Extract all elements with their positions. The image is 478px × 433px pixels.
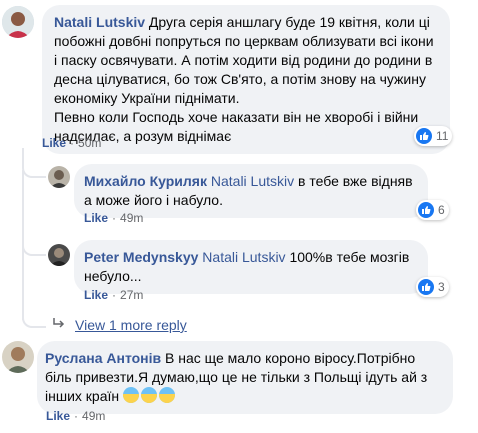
- comment-time[interactable]: 50m: [78, 136, 101, 150]
- comment-actions: Like · 50m: [42, 136, 101, 150]
- like-reaction-icon: [418, 202, 434, 218]
- separator-dot: ·: [112, 288, 117, 302]
- comment-bubble: Peter Medynskyy Natali Lutskiv 100%в теб…: [74, 240, 428, 294]
- comment-author[interactable]: Peter Medynskyy: [84, 249, 198, 265]
- fearful-face-emoji-icon: [123, 387, 139, 403]
- comment-actions: Like · 27m: [84, 288, 143, 302]
- reaction-count[interactable]: 6: [416, 200, 449, 220]
- comment-time[interactable]: 27m: [120, 288, 143, 302]
- like-button[interactable]: Like: [84, 288, 108, 302]
- thread-connector: [22, 148, 46, 178]
- avatar[interactable]: [48, 244, 70, 266]
- reply-arrow-icon: [52, 316, 66, 334]
- view-more-replies-link[interactable]: View 1 more reply: [75, 317, 187, 333]
- separator-dot: ·: [74, 409, 79, 423]
- comment-actions: Like · 49m: [46, 409, 105, 423]
- comment-author[interactable]: Михайло Куриляк: [84, 173, 207, 189]
- comment-author[interactable]: Руслана Антонів: [45, 350, 161, 366]
- separator-dot: ·: [112, 211, 117, 225]
- thread-connector: [22, 230, 46, 256]
- comment-actions: Like · 49m: [84, 211, 143, 225]
- reaction-count[interactable]: 11: [414, 126, 453, 146]
- thread-connector: [22, 300, 46, 328]
- comment-author[interactable]: Natali Lutskiv: [54, 14, 145, 30]
- mention-link[interactable]: Natali Lutskiv: [202, 249, 285, 265]
- comment-bubble: Михайло Куриляк Natali Lutskiv в тебе вж…: [74, 164, 428, 218]
- comment-time[interactable]: 49m: [82, 409, 105, 423]
- reaction-count[interactable]: 3: [416, 277, 449, 297]
- avatar-photo: [2, 6, 34, 38]
- fearful-face-emoji-icon: [159, 387, 175, 403]
- avatar-photo: [48, 166, 70, 188]
- avatar[interactable]: [2, 341, 34, 373]
- like-button[interactable]: Like: [84, 211, 108, 225]
- emoji-group: [123, 387, 177, 404]
- comment-time[interactable]: 49m: [120, 211, 143, 225]
- mention-link[interactable]: Natali Lutskiv: [211, 173, 294, 189]
- separator-dot: ·: [70, 136, 75, 150]
- avatar-photo: [2, 341, 34, 373]
- fearful-face-emoji-icon: [141, 387, 157, 403]
- comment-bubble: Руслана Антонів В нас ще мало короно вір…: [37, 341, 453, 414]
- like-reaction-icon: [416, 128, 432, 144]
- like-button[interactable]: Like: [46, 409, 70, 423]
- avatar-photo: [48, 244, 70, 266]
- avatar[interactable]: [2, 6, 34, 38]
- comment-text-continued: Певно коли Господь хоче наказати він не …: [54, 109, 419, 144]
- comment-bubble: Natali Lutskiv Друга серія аншлагу буде …: [42, 5, 450, 154]
- avatar[interactable]: [48, 166, 70, 188]
- like-reaction-icon: [418, 279, 434, 295]
